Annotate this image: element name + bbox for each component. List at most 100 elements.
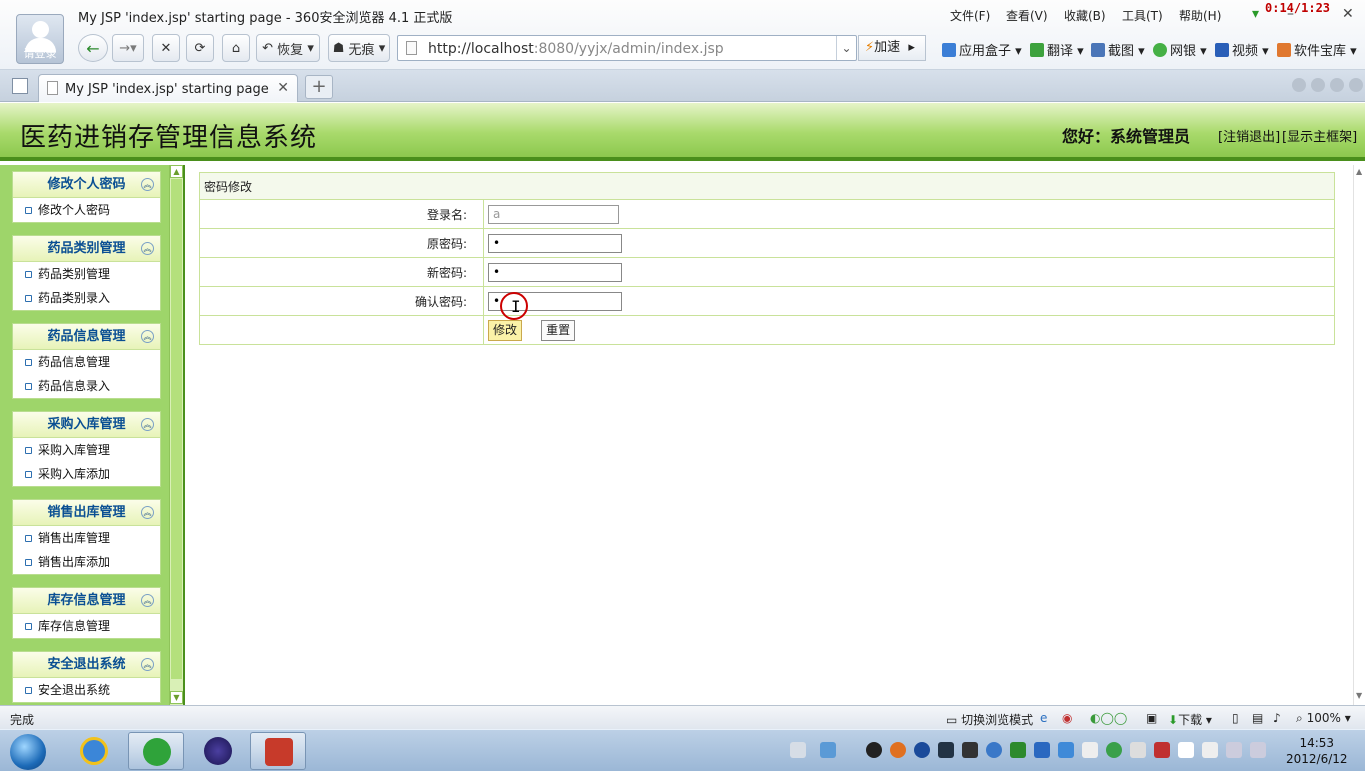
shield-2-icon[interactable] [1058, 742, 1074, 758]
collapse-icon[interactable]: ︽ [141, 330, 154, 343]
collapse-icon[interactable]: ︽ [141, 594, 154, 607]
left-menu-scrollbar[interactable]: ▲ ▼ [169, 165, 183, 705]
ie-taskbar-icon[interactable] [66, 732, 122, 770]
menu-view[interactable]: 查看(V) [1006, 7, 1048, 24]
submit-button[interactable]: 修改 [488, 319, 523, 341]
menu-group-header[interactable]: 药品类别管理 ︽ [13, 236, 160, 262]
url-text[interactable]: http://localhost:8080/yyjx/admin/index.j… [428, 41, 724, 57]
eclipse-taskbar-icon[interactable] [190, 732, 246, 770]
menu-group-header[interactable]: 药品信息管理 ︽ [13, 324, 160, 350]
logout-link[interactable]: [注销退出] [1218, 126, 1280, 145]
forward-icon[interactable]: →▾ [112, 34, 144, 62]
video-button[interactable]: 视频 ▾ [1215, 40, 1269, 59]
menu-item-category-add[interactable]: 药品类别录入 [13, 286, 160, 310]
show-main-frame-link[interactable]: [显示主框架] [1282, 126, 1357, 145]
skin-icon[interactable]: ▾ [1252, 6, 1259, 22]
flag-icon[interactable] [1178, 742, 1194, 758]
tool-tray-icon[interactable] [962, 742, 978, 758]
scroll-thumb[interactable] [171, 179, 182, 679]
volume-icon[interactable]: ♪ [1273, 711, 1281, 725]
menu-item-purchase-add[interactable]: 采购入库添加 [13, 462, 160, 486]
menu-help[interactable]: 帮助(H) [1179, 7, 1221, 24]
scroll-up-icon[interactable]: ▲ [170, 165, 183, 178]
collapse-icon[interactable]: ︽ [141, 242, 154, 255]
app-box-button[interactable]: 应用盒子 ▾ [942, 40, 1022, 59]
menu-group-header[interactable]: 安全退出系统 ︽ [13, 652, 160, 678]
content-scrollbar[interactable]: ▲ ▼ [1353, 165, 1365, 705]
menu-group-header[interactable]: 采购入库管理 ︽ [13, 412, 160, 438]
browser-360-taskbar-icon[interactable] [128, 732, 184, 770]
menu-item-purchase-manage[interactable]: 采购入库管理 [13, 438, 160, 462]
address-dropdown-icon[interactable]: ⌄ [836, 36, 856, 60]
refresh-icon[interactable]: ⟳ [186, 34, 214, 62]
screenshot-button[interactable]: 截图 ▾ [1091, 40, 1145, 59]
tab-list-icon[interactable] [1330, 78, 1344, 92]
collapse-icon[interactable]: ︽ [141, 506, 154, 519]
device-tray-icon[interactable] [1202, 742, 1218, 758]
qq-2-icon[interactable] [890, 742, 906, 758]
pin-tray-icon[interactable] [1154, 742, 1170, 758]
system-clock[interactable]: 14:53 2012/6/12 [1286, 735, 1348, 767]
menu-item-category-manage[interactable]: 药品类别管理 [13, 262, 160, 286]
software-store-button[interactable]: 软件宝库 ▾ [1277, 40, 1357, 59]
menu-item-sales-manage[interactable]: 销售出库管理 [13, 526, 160, 550]
app-tray-icon[interactable] [938, 742, 954, 758]
network-tray-icon[interactable] [820, 742, 836, 758]
tab-scroll-right-icon[interactable] [1311, 78, 1325, 92]
tab-close-icon[interactable]: ✕ [277, 80, 289, 96]
tab-scroll-left-icon[interactable] [1292, 78, 1306, 92]
address-bar[interactable]: http://localhost:8080/yyjx/admin/index.j… [397, 35, 857, 61]
toolbox-taskbar-icon[interactable] [250, 732, 306, 770]
display-tray-icon[interactable] [1010, 742, 1026, 758]
pen-tray-icon[interactable] [1082, 742, 1098, 758]
minimize-icon[interactable]: – [1287, 6, 1294, 22]
speed-button[interactable]: ⚡加速 ▸ [858, 35, 926, 61]
login-label[interactable]: 请登录 [17, 45, 63, 61]
speaker-icon[interactable] [1250, 742, 1266, 758]
download-button[interactable]: ⬇下载 ▾ [1168, 711, 1212, 728]
menu-item-drug-manage[interactable]: 药品信息管理 [13, 350, 160, 374]
new-tab-button[interactable]: + [305, 75, 333, 99]
zoom-control[interactable]: ⌕ 100% ▾ [1296, 711, 1351, 726]
collapse-icon[interactable]: ︽ [141, 658, 154, 671]
old-password-field[interactable] [488, 233, 622, 253]
globe-tray-icon[interactable] [986, 742, 1002, 758]
menu-group-header[interactable]: 库存信息管理 ︽ [13, 588, 160, 614]
scroll-down-icon[interactable]: ▼ [1356, 691, 1362, 700]
menu-file[interactable]: 文件(F) [950, 7, 990, 24]
qq-3-icon[interactable] [914, 742, 930, 758]
back-icon[interactable]: ← [78, 34, 108, 62]
reset-button[interactable]: 重置 [541, 319, 576, 341]
menu-item-drug-add[interactable]: 药品信息录入 [13, 374, 160, 398]
menu-item-exit[interactable]: 安全退出系统 [13, 678, 160, 702]
sidebar-toggle-icon[interactable] [12, 78, 28, 94]
collapse-icon[interactable]: ︽ [141, 418, 154, 431]
network-status-icon[interactable] [1226, 742, 1242, 758]
keyboard-icon[interactable] [790, 742, 806, 758]
close-window-icon[interactable]: ✕ [1342, 6, 1354, 22]
collapse-icon[interactable]: ︽ [141, 178, 154, 191]
qq-icon[interactable] [866, 742, 882, 758]
tab-close-all-icon[interactable] [1349, 78, 1363, 92]
restore-button[interactable]: ↶ 恢复 ▾ [256, 34, 320, 62]
scroll-down-icon[interactable]: ▼ [170, 691, 183, 704]
sync-tray-icon[interactable] [1106, 742, 1122, 758]
start-button-icon[interactable] [10, 734, 46, 770]
menu-group-header[interactable]: 销售出库管理 ︽ [13, 500, 160, 526]
stop-icon[interactable]: ✕ [152, 34, 180, 62]
shield-icon[interactable] [1034, 742, 1050, 758]
login-name-field[interactable] [488, 204, 619, 224]
ie-icon[interactable]: e [1040, 711, 1047, 725]
monitor-icon[interactable]: ▣ [1146, 711, 1157, 725]
tab-active[interactable]: My JSP 'index.jsp' starting page ✕ [38, 74, 298, 102]
menu-item-change-password[interactable]: 修改个人密码 [13, 198, 160, 222]
notrace-button[interactable]: ☗ 无痕 ▾ [328, 34, 390, 62]
menu-tools[interactable]: 工具(T) [1122, 7, 1163, 24]
switch-mode-button[interactable]: ▭ 切换浏览模式 [946, 711, 1033, 728]
print-icon[interactable]: ▤ [1252, 711, 1263, 725]
menu-group-header[interactable]: 修改个人密码 ︽ [13, 172, 160, 198]
translate-button[interactable]: 翻译 ▾ [1030, 40, 1084, 59]
bank-button[interactable]: 网银 ▾ [1153, 40, 1207, 59]
menu-item-inventory-manage[interactable]: 库存信息管理 [13, 614, 160, 638]
home-icon[interactable]: ⌂ [222, 34, 250, 62]
